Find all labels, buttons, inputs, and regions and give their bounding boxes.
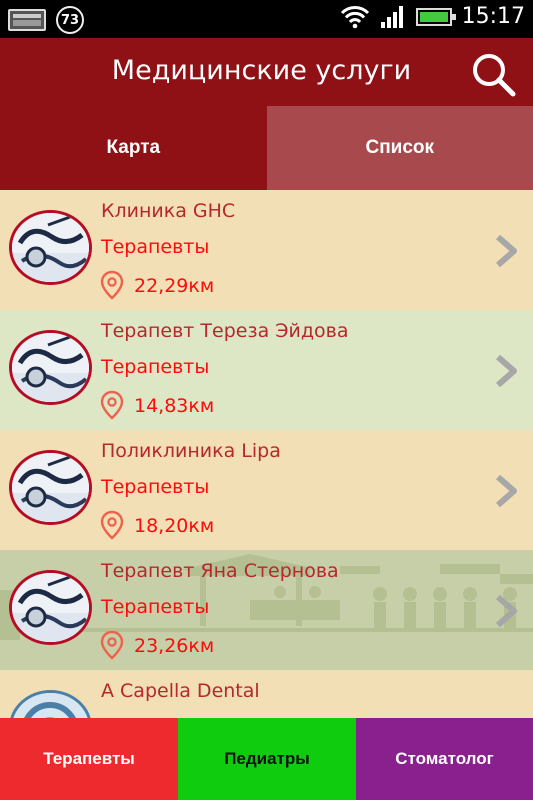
- dental-avatar: [9, 690, 92, 718]
- stethoscope-avatar: [9, 570, 92, 645]
- therapists-button[interactable]: Терапевты: [0, 718, 178, 800]
- clinic-distance: 18,20км: [134, 515, 215, 537]
- tab-list[interactable]: Список: [266, 106, 533, 190]
- list-item[interactable]: Терапевт Тереза Эйдова Терапевты 14,83км: [0, 310, 533, 430]
- clinic-name: A Capella Dental: [101, 680, 260, 702]
- clinic-name: Клиника GHC: [101, 200, 236, 222]
- location-pin-icon: [100, 270, 124, 300]
- clinic-category: Терапевты: [101, 476, 210, 498]
- clinic-name: Поликлиника Lipa: [101, 440, 281, 462]
- list-item[interactable]: Терапевт Яна Стернова Терапевты 23,26км: [0, 550, 533, 670]
- wifi-icon: [340, 5, 369, 28]
- clinic-category: Терапевты: [101, 236, 210, 258]
- status-bar: 73 15:17: [0, 0, 533, 38]
- chevron-right-icon: [496, 474, 517, 508]
- clinic-name: Терапевт Яна Стернова: [101, 560, 339, 582]
- list-item[interactable]: A Capella Dental: [0, 670, 533, 718]
- image-icon: [8, 9, 46, 31]
- tab-bar: Карта Список: [0, 106, 533, 190]
- clinic-list: Клиника GHC Терапевты 22,29км Терапевт Т…: [0, 190, 533, 718]
- stethoscope-avatar: [9, 330, 92, 405]
- pediatricians-button[interactable]: Педиатры: [178, 718, 356, 800]
- status-right: 15:17: [340, 4, 525, 29]
- location-pin-icon: [100, 390, 124, 420]
- chevron-right-icon: [496, 594, 517, 628]
- clinic-category: Терапевты: [101, 356, 210, 378]
- notification-badge: 73: [56, 6, 84, 34]
- app-bar: Медицинские услуги: [0, 38, 533, 106]
- clinic-distance: 22,29км: [134, 275, 215, 297]
- clinic-category: Терапевты: [101, 596, 210, 618]
- clinic-distance: 23,26км: [134, 635, 215, 657]
- location-pin-icon: [100, 510, 124, 540]
- chevron-right-icon: [496, 234, 517, 268]
- chevron-right-icon: [496, 354, 517, 388]
- clinic-distance: 14,83км: [134, 395, 215, 417]
- list-item[interactable]: Поликлиника Lipa Терапевты 18,20км: [0, 430, 533, 550]
- status-left: 73: [8, 6, 84, 34]
- bottom-nav: Терапевты Педиатры Стоматолог: [0, 718, 533, 800]
- battery-icon: [415, 7, 456, 26]
- search-icon[interactable]: [469, 50, 517, 98]
- signal-icon: [380, 5, 403, 28]
- stethoscope-avatar: [9, 210, 92, 285]
- list-item[interactable]: Клиника GHC Терапевты 22,29км: [0, 190, 533, 310]
- stethoscope-avatar: [9, 450, 92, 525]
- clock: 15:17: [461, 4, 525, 29]
- clinic-name: Терапевт Тереза Эйдова: [101, 320, 349, 342]
- tab-map[interactable]: Карта: [0, 106, 267, 190]
- dentist-button[interactable]: Стоматолог: [356, 718, 533, 800]
- location-pin-icon: [100, 630, 124, 660]
- page-title: Медицинские услуги: [111, 55, 412, 86]
